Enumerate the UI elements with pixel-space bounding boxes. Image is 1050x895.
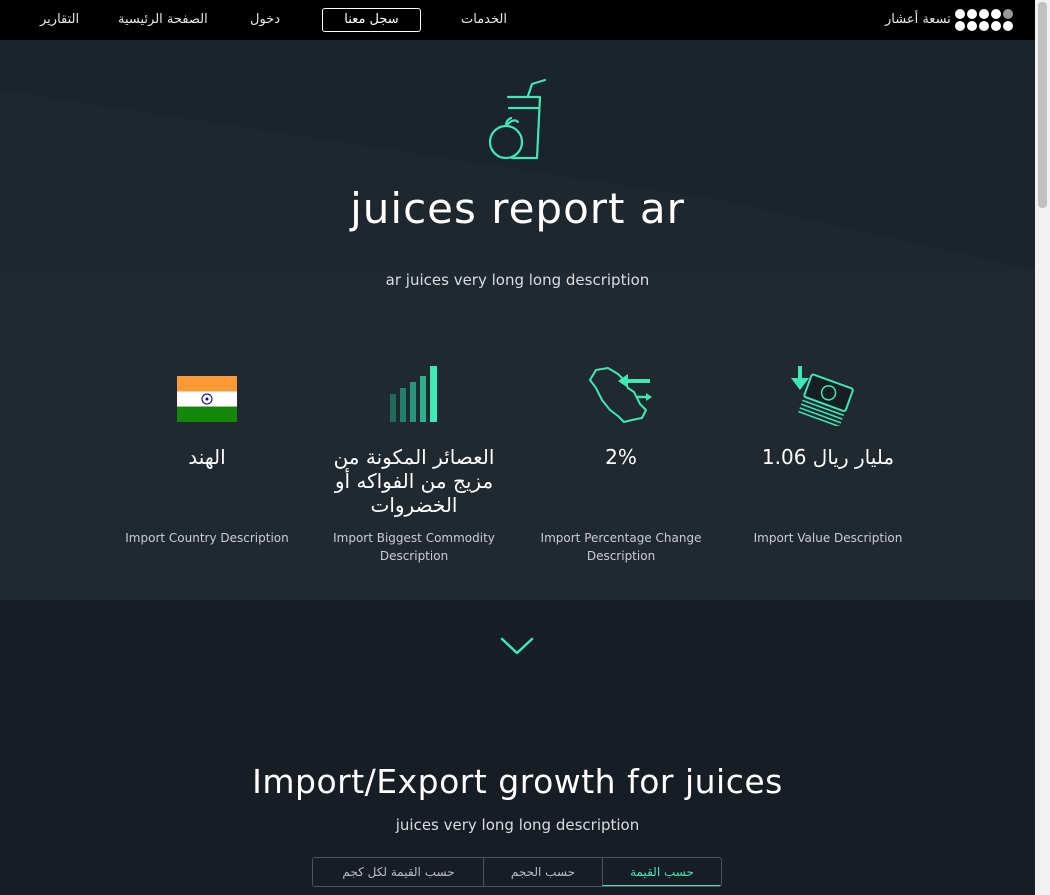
stat-description: Import Percentage Change Description xyxy=(540,531,702,563)
juice-fruit-icon xyxy=(488,78,547,160)
tab-by-value-per-kg[interactable]: حسب القيمة لكل كجم xyxy=(314,858,483,886)
nav-reports[interactable]: التقارير xyxy=(40,12,79,27)
nav-home[interactable]: الصفحة الرئيسية xyxy=(118,12,208,27)
bar-chart-icon xyxy=(390,366,437,422)
growth-tabs: حسب القيمة حسب الحجم حسب القيمة لكل كجم xyxy=(312,857,722,887)
stat-import-country: الهند Import Country Description xyxy=(107,362,307,545)
report-description: ar juices very long long description xyxy=(385,271,650,289)
stat-percentage-change: 2% Import Percentage Change Description xyxy=(521,362,721,563)
nav-login[interactable]: دخول xyxy=(250,12,280,27)
money-stack-icon xyxy=(791,366,854,426)
top-navbar: التقارير الصفحة الرئيسية دخول سجل معنا ا… xyxy=(0,0,1035,40)
page: التقارير الصفحة الرئيسية دخول سجل معنا ا… xyxy=(0,0,1050,895)
india-flag-icon xyxy=(177,376,237,422)
stat-value: الهند xyxy=(188,445,226,469)
stat-value: 1.06 مليار ريال xyxy=(761,445,895,469)
chevron-down-icon[interactable] xyxy=(500,636,534,656)
stat-value: العصائر المكونة من مزيج من الفواكه أو ال… xyxy=(333,445,495,517)
brand-logo-icon xyxy=(955,9,1013,31)
stat-description: Import Biggest Commodity Description xyxy=(333,531,495,563)
tab-by-value[interactable]: حسب القيمة xyxy=(602,858,721,886)
brand-name: تسعة أعشار xyxy=(885,12,951,27)
stat-value: 2% xyxy=(605,445,637,469)
report-title: juices report ar xyxy=(350,184,685,233)
stat-import-value: 1.06 مليار ريال Import Value Description xyxy=(728,362,928,545)
nav-services[interactable]: الخدمات xyxy=(461,12,507,27)
stat-description: Import Country Description xyxy=(125,531,289,545)
growth-title: Import/Export growth for juices xyxy=(252,762,783,801)
tab-by-volume[interactable]: حسب الحجم xyxy=(483,858,602,886)
register-button[interactable]: سجل معنا xyxy=(322,8,421,32)
stat-biggest-commodity: العصائر المكونة من مزيج من الفواكه أو ال… xyxy=(314,362,514,563)
saudi-map-exchange-icon xyxy=(589,367,652,423)
stat-description: Import Value Description xyxy=(753,531,903,545)
page-scrollbar[interactable] xyxy=(1035,0,1050,895)
growth-description: juices very long long description xyxy=(395,816,640,834)
scrollbar-thumb[interactable] xyxy=(1038,2,1047,208)
